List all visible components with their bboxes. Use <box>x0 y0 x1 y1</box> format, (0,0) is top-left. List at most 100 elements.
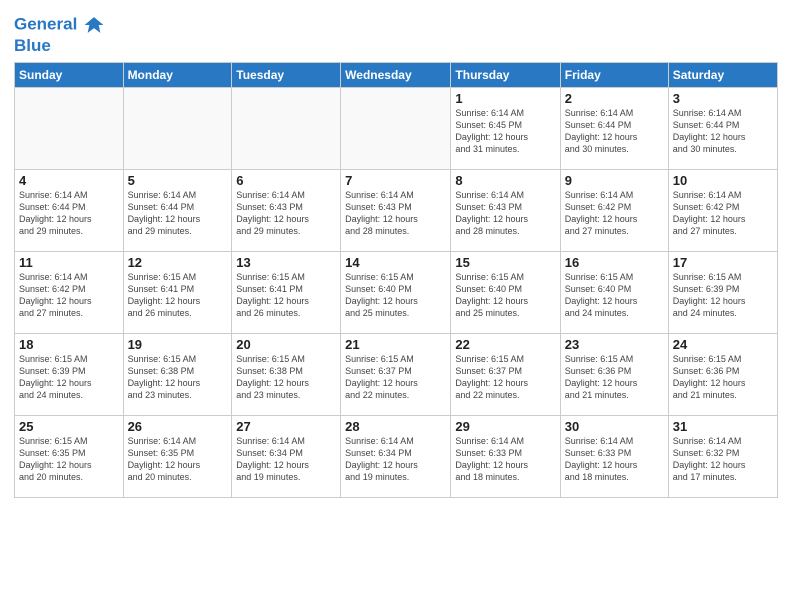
calendar-cell: 16Sunrise: 6:15 AMSunset: 6:40 PMDayligh… <box>560 251 668 333</box>
day-info: Sunrise: 6:14 AMSunset: 6:42 PMDaylight:… <box>673 189 773 238</box>
day-info: Sunrise: 6:15 AMSunset: 6:38 PMDaylight:… <box>236 353 336 402</box>
calendar-cell: 25Sunrise: 6:15 AMSunset: 6:35 PMDayligh… <box>15 415 124 497</box>
calendar-cell: 8Sunrise: 6:14 AMSunset: 6:43 PMDaylight… <box>451 169 560 251</box>
day-info: Sunrise: 6:14 AMSunset: 6:34 PMDaylight:… <box>236 435 336 484</box>
day-info: Sunrise: 6:14 AMSunset: 6:34 PMDaylight:… <box>345 435 446 484</box>
day-info: Sunrise: 6:14 AMSunset: 6:44 PMDaylight:… <box>565 107 664 156</box>
day-info: Sunrise: 6:15 AMSunset: 6:36 PMDaylight:… <box>565 353 664 402</box>
day-number: 6 <box>236 173 336 188</box>
day-number: 14 <box>345 255 446 270</box>
day-number: 19 <box>128 337 228 352</box>
day-number: 22 <box>455 337 555 352</box>
day-info: Sunrise: 6:14 AMSunset: 6:45 PMDaylight:… <box>455 107 555 156</box>
calendar-cell: 4Sunrise: 6:14 AMSunset: 6:44 PMDaylight… <box>15 169 124 251</box>
day-info: Sunrise: 6:14 AMSunset: 6:32 PMDaylight:… <box>673 435 773 484</box>
day-number: 12 <box>128 255 228 270</box>
calendar-cell: 9Sunrise: 6:14 AMSunset: 6:42 PMDaylight… <box>560 169 668 251</box>
calendar-page: General Blue SundayMondayTuesdayWednesda… <box>0 0 792 612</box>
day-info: Sunrise: 6:15 AMSunset: 6:40 PMDaylight:… <box>565 271 664 320</box>
calendar-cell <box>123 87 232 169</box>
calendar-cell: 5Sunrise: 6:14 AMSunset: 6:44 PMDaylight… <box>123 169 232 251</box>
day-number: 4 <box>19 173 119 188</box>
week-row-1: 1Sunrise: 6:14 AMSunset: 6:45 PMDaylight… <box>15 87 778 169</box>
day-number: 3 <box>673 91 773 106</box>
day-number: 29 <box>455 419 555 434</box>
calendar-table: SundayMondayTuesdayWednesdayThursdayFrid… <box>14 62 778 498</box>
day-info: Sunrise: 6:14 AMSunset: 6:42 PMDaylight:… <box>19 271 119 320</box>
day-info: Sunrise: 6:14 AMSunset: 6:43 PMDaylight:… <box>236 189 336 238</box>
day-info: Sunrise: 6:14 AMSunset: 6:42 PMDaylight:… <box>565 189 664 238</box>
week-row-5: 25Sunrise: 6:15 AMSunset: 6:35 PMDayligh… <box>15 415 778 497</box>
calendar-cell: 19Sunrise: 6:15 AMSunset: 6:38 PMDayligh… <box>123 333 232 415</box>
day-number: 25 <box>19 419 119 434</box>
logo-general: General <box>14 14 77 33</box>
week-row-2: 4Sunrise: 6:14 AMSunset: 6:44 PMDaylight… <box>15 169 778 251</box>
calendar-cell: 20Sunrise: 6:15 AMSunset: 6:38 PMDayligh… <box>232 333 341 415</box>
calendar-cell <box>341 87 451 169</box>
day-number: 1 <box>455 91 555 106</box>
calendar-cell: 10Sunrise: 6:14 AMSunset: 6:42 PMDayligh… <box>668 169 777 251</box>
day-info: Sunrise: 6:15 AMSunset: 6:37 PMDaylight:… <box>345 353 446 402</box>
calendar-cell: 29Sunrise: 6:14 AMSunset: 6:33 PMDayligh… <box>451 415 560 497</box>
day-info: Sunrise: 6:15 AMSunset: 6:37 PMDaylight:… <box>455 353 555 402</box>
day-number: 18 <box>19 337 119 352</box>
day-info: Sunrise: 6:14 AMSunset: 6:43 PMDaylight:… <box>455 189 555 238</box>
weekday-header-monday: Monday <box>123 62 232 87</box>
calendar-cell <box>15 87 124 169</box>
calendar-cell: 30Sunrise: 6:14 AMSunset: 6:33 PMDayligh… <box>560 415 668 497</box>
day-number: 16 <box>565 255 664 270</box>
day-number: 7 <box>345 173 446 188</box>
calendar-cell: 23Sunrise: 6:15 AMSunset: 6:36 PMDayligh… <box>560 333 668 415</box>
calendar-cell: 22Sunrise: 6:15 AMSunset: 6:37 PMDayligh… <box>451 333 560 415</box>
day-info: Sunrise: 6:15 AMSunset: 6:39 PMDaylight:… <box>19 353 119 402</box>
calendar-cell <box>232 87 341 169</box>
calendar-cell: 21Sunrise: 6:15 AMSunset: 6:37 PMDayligh… <box>341 333 451 415</box>
day-info: Sunrise: 6:15 AMSunset: 6:38 PMDaylight:… <box>128 353 228 402</box>
week-row-3: 11Sunrise: 6:14 AMSunset: 6:42 PMDayligh… <box>15 251 778 333</box>
day-info: Sunrise: 6:14 AMSunset: 6:43 PMDaylight:… <box>345 189 446 238</box>
day-info: Sunrise: 6:14 AMSunset: 6:44 PMDaylight:… <box>673 107 773 156</box>
calendar-cell: 2Sunrise: 6:14 AMSunset: 6:44 PMDaylight… <box>560 87 668 169</box>
day-number: 13 <box>236 255 336 270</box>
weekday-header-thursday: Thursday <box>451 62 560 87</box>
day-info: Sunrise: 6:15 AMSunset: 6:41 PMDaylight:… <box>128 271 228 320</box>
calendar-cell: 6Sunrise: 6:14 AMSunset: 6:43 PMDaylight… <box>232 169 341 251</box>
calendar-cell: 14Sunrise: 6:15 AMSunset: 6:40 PMDayligh… <box>341 251 451 333</box>
weekday-header-sunday: Sunday <box>15 62 124 87</box>
calendar-cell: 11Sunrise: 6:14 AMSunset: 6:42 PMDayligh… <box>15 251 124 333</box>
calendar-cell: 28Sunrise: 6:14 AMSunset: 6:34 PMDayligh… <box>341 415 451 497</box>
weekday-header-saturday: Saturday <box>668 62 777 87</box>
day-number: 9 <box>565 173 664 188</box>
day-info: Sunrise: 6:15 AMSunset: 6:35 PMDaylight:… <box>19 435 119 484</box>
day-number: 27 <box>236 419 336 434</box>
calendar-cell: 3Sunrise: 6:14 AMSunset: 6:44 PMDaylight… <box>668 87 777 169</box>
day-info: Sunrise: 6:14 AMSunset: 6:44 PMDaylight:… <box>19 189 119 238</box>
logo-bird-icon <box>83 14 105 36</box>
day-info: Sunrise: 6:15 AMSunset: 6:36 PMDaylight:… <box>673 353 773 402</box>
day-info: Sunrise: 6:14 AMSunset: 6:33 PMDaylight:… <box>565 435 664 484</box>
day-number: 24 <box>673 337 773 352</box>
day-number: 17 <box>673 255 773 270</box>
weekday-header-tuesday: Tuesday <box>232 62 341 87</box>
logo-blue: Blue <box>14 36 105 56</box>
calendar-cell: 17Sunrise: 6:15 AMSunset: 6:39 PMDayligh… <box>668 251 777 333</box>
calendar-cell: 27Sunrise: 6:14 AMSunset: 6:34 PMDayligh… <box>232 415 341 497</box>
day-number: 30 <box>565 419 664 434</box>
day-number: 31 <box>673 419 773 434</box>
day-number: 23 <box>565 337 664 352</box>
day-number: 21 <box>345 337 446 352</box>
calendar-cell: 31Sunrise: 6:14 AMSunset: 6:32 PMDayligh… <box>668 415 777 497</box>
day-info: Sunrise: 6:14 AMSunset: 6:35 PMDaylight:… <box>128 435 228 484</box>
day-info: Sunrise: 6:15 AMSunset: 6:41 PMDaylight:… <box>236 271 336 320</box>
day-number: 11 <box>19 255 119 270</box>
weekday-header-wednesday: Wednesday <box>341 62 451 87</box>
day-number: 2 <box>565 91 664 106</box>
calendar-cell: 18Sunrise: 6:15 AMSunset: 6:39 PMDayligh… <box>15 333 124 415</box>
calendar-cell: 24Sunrise: 6:15 AMSunset: 6:36 PMDayligh… <box>668 333 777 415</box>
calendar-cell: 1Sunrise: 6:14 AMSunset: 6:45 PMDaylight… <box>451 87 560 169</box>
day-number: 15 <box>455 255 555 270</box>
day-info: Sunrise: 6:15 AMSunset: 6:39 PMDaylight:… <box>673 271 773 320</box>
day-number: 10 <box>673 173 773 188</box>
day-number: 26 <box>128 419 228 434</box>
day-info: Sunrise: 6:15 AMSunset: 6:40 PMDaylight:… <box>345 271 446 320</box>
